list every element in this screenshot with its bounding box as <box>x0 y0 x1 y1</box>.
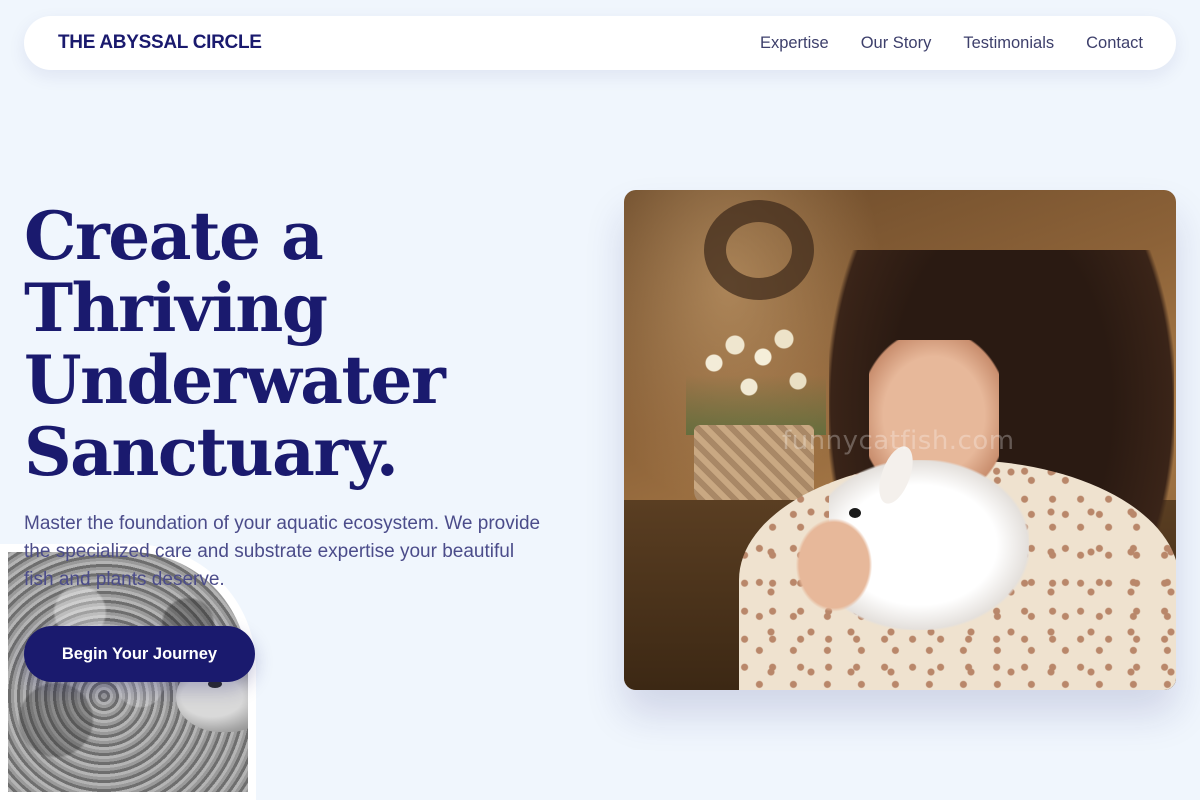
top-nav: THE ABYSSAL CIRCLE Expertise Our Story T… <box>24 16 1176 70</box>
nav-link-testimonials[interactable]: Testimonials <box>963 34 1054 53</box>
hero-photo: funnycatfish.com <box>624 190 1176 690</box>
photo-hands <box>789 510 879 620</box>
hero-title-line: Create a <box>24 197 324 275</box>
hero-title: Create a Thriving Underwater Sanctuary. <box>24 200 564 488</box>
hero-title-line: Sanctuary. <box>24 413 399 491</box>
landing-page: THE ABYSSAL CIRCLE Expertise Our Story T… <box>0 0 1200 800</box>
nav-link-our-story[interactable]: Our Story <box>861 34 932 53</box>
photo-watermark: funnycatfish.com <box>782 426 1015 456</box>
nav-link-contact[interactable]: Contact <box>1086 34 1143 53</box>
hero-title-line: Underwater <box>24 341 446 419</box>
nav-link-expertise[interactable]: Expertise <box>760 34 829 53</box>
photo-wreath <box>704 200 814 300</box>
begin-journey-button[interactable]: Begin Your Journey <box>24 626 255 682</box>
photo-flowers <box>686 315 826 435</box>
nav-links: Expertise Our Story Testimonials Contact <box>760 34 1143 53</box>
hero-title-line: Thriving <box>24 269 328 347</box>
brand-logo[interactable]: THE ABYSSAL CIRCLE <box>58 32 262 54</box>
hero-subtitle: Master the foundation of your aquatic ec… <box>24 513 541 590</box>
